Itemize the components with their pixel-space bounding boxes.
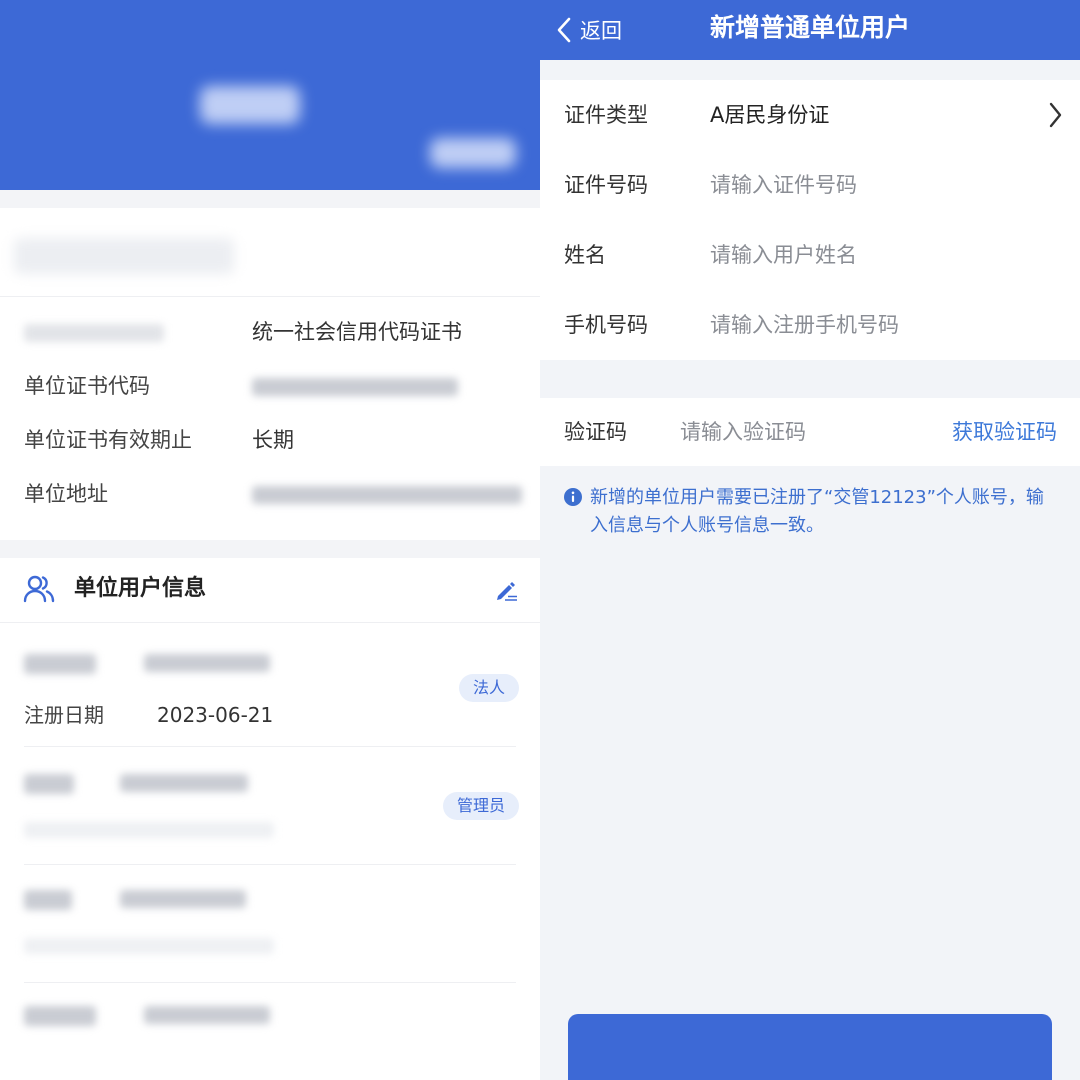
cert-type-label: 证件类型 — [564, 103, 648, 127]
back-label: 返回 — [580, 19, 622, 43]
info-icon — [564, 488, 582, 506]
blurred-unit-subtitle — [430, 138, 516, 168]
cert-no-input[interactable] — [710, 166, 1040, 204]
divider — [0, 622, 540, 623]
cert-type-row[interactable]: 证件类型 A居民身份证 — [540, 80, 1080, 150]
blurred-address — [252, 486, 522, 504]
reg-date-label: 注册日期 — [24, 703, 104, 727]
blurred-user-name — [24, 774, 74, 794]
phone-input[interactable] — [710, 306, 1040, 344]
name-input[interactable] — [710, 236, 1040, 274]
list-item[interactable]: 管理员 — [0, 760, 540, 864]
phone-row: 手机号码 — [540, 290, 1080, 360]
validity-label: 单位证书有效期止 — [24, 428, 192, 452]
cert-no-label: 证件号码 — [564, 173, 648, 197]
unit-header — [0, 0, 540, 190]
cert-type-select[interactable]: A居民身份证 — [710, 80, 829, 150]
chevron-left-icon — [557, 17, 571, 43]
phone-label: 手机号码 — [564, 313, 648, 337]
unit-info-screen: 统一社会信用代码证书 单位证书代码 单位证书有效期止 长期 单位地址 单位用户信… — [0, 0, 540, 1080]
divider — [24, 982, 516, 983]
section-title: 单位用户信息 — [74, 576, 207, 601]
blurred-unit-name — [200, 86, 300, 124]
user-form: 证件类型 A居民身份证 证件号码 姓名 手机号码 — [540, 80, 1080, 360]
info-row-cert-type: 统一社会信用代码证书 — [0, 312, 540, 352]
blurred-cert-code — [252, 378, 458, 396]
divider — [24, 746, 516, 747]
blurred-reg-date — [24, 938, 274, 954]
blurred-user-name — [24, 1006, 96, 1026]
cert-no-row: 证件号码 — [540, 150, 1080, 220]
blurred-user-phone — [144, 654, 270, 672]
get-code-button[interactable]: 获取验证码 — [952, 398, 1057, 466]
name-row: 姓名 — [540, 220, 1080, 290]
unit-users-section-header: 单位用户信息 — [0, 558, 540, 622]
blurred-user-phone — [120, 890, 246, 908]
validity-value: 长期 — [252, 428, 294, 452]
notice-text: 新增的单位用户需要已注册了“交管12123”个人账号，输入信息与个人账号信息一致… — [590, 487, 1044, 536]
list-item[interactable] — [0, 878, 540, 978]
list-item[interactable]: 法人 注册日期 2023-06-21 — [0, 640, 540, 744]
info-row-address: 单位地址 — [0, 474, 540, 514]
role-badge: 法人 — [459, 674, 520, 702]
cert-type-value: 统一社会信用代码证书 — [252, 320, 462, 344]
back-button[interactable]: 返回 — [554, 8, 622, 52]
list-item[interactable] — [0, 996, 540, 1080]
address-label: 单位地址 — [24, 482, 108, 506]
info-row-cert-code: 单位证书代码 — [0, 366, 540, 406]
blurred-user-name — [24, 890, 72, 910]
verify-code-row: 验证码 获取验证码 — [540, 398, 1080, 466]
submit-button[interactable] — [568, 1014, 1052, 1080]
nav-bar: 新增普通单位用户 返回 — [540, 0, 1080, 60]
verify-code-label: 验证码 — [564, 420, 627, 444]
edit-icon[interactable] — [492, 576, 520, 604]
cert-code-label: 单位证书代码 — [24, 374, 150, 398]
add-unit-user-screen: 新增普通单位用户 返回 证件类型 A居民身份证 证件号码 姓名 手机号码 — [540, 0, 1080, 1080]
name-label: 姓名 — [564, 243, 606, 267]
blurred-user-phone — [144, 1006, 270, 1024]
blurred-reg-date — [24, 822, 274, 838]
chevron-right-icon — [1049, 102, 1062, 128]
reg-date-value: 2023-06-21 — [157, 703, 274, 727]
verify-code-input[interactable] — [680, 413, 940, 451]
blurred-label — [24, 324, 164, 342]
blurred-user-name — [24, 654, 96, 674]
blurred-card-title — [14, 238, 234, 274]
users-icon — [23, 575, 55, 603]
divider — [0, 296, 540, 297]
info-row-validity: 单位证书有效期止 长期 — [0, 420, 540, 460]
blurred-user-phone — [120, 774, 248, 792]
role-badge: 管理员 — [443, 792, 520, 820]
divider — [24, 864, 516, 865]
